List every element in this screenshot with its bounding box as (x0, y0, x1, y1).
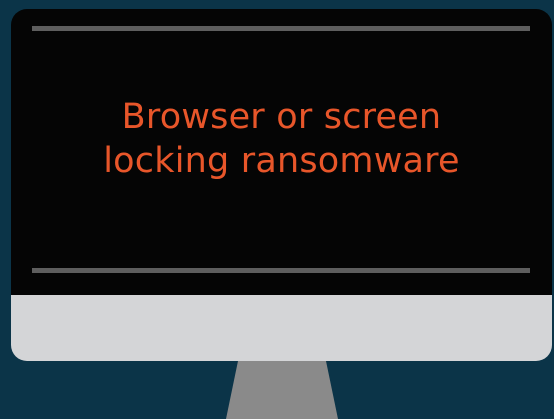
monitor-icon: Browser or screen locking ransomware (11, 9, 552, 361)
headline-line-2: locking ransomware (103, 141, 460, 181)
screen-top-divider (32, 26, 530, 31)
monitor-screen: Browser or screen locking ransomware (11, 9, 552, 295)
monitor-chin (11, 295, 552, 361)
headline-line-1: Browser or screen (121, 97, 442, 137)
screen-headline: Browser or screen locking ransomware (11, 95, 552, 183)
monitor-stand-neck (226, 361, 338, 419)
screen-bottom-divider (32, 268, 530, 273)
